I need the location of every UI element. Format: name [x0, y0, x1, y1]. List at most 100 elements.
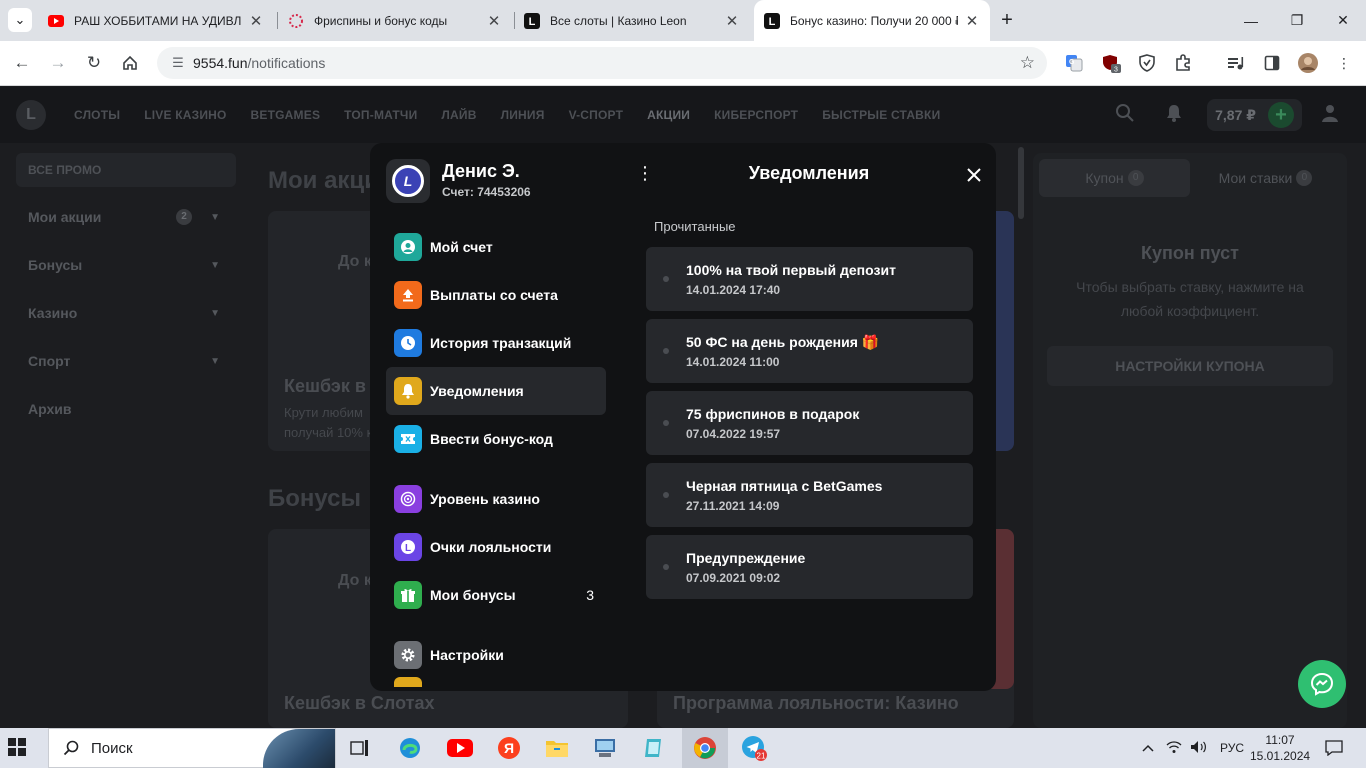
menu-item-label: Настройки [430, 647, 504, 663]
notification-item[interactable]: 75 фриспинов в подарок 07.04.2022 19:57 [646, 391, 973, 455]
menu-item-settings[interactable]: Настройки [386, 631, 606, 679]
bonus-count: 3 [586, 587, 594, 603]
left-menu-casino[interactable]: Казино ▼ [16, 289, 236, 337]
nav-item-esports[interactable]: КИБЕРСПОРТ [714, 108, 798, 122]
browser-tab-3[interactable]: L Все слоты | Казино Leon ✕ [514, 6, 750, 35]
tab-title: Бонус казино: Получи 20 000 ₽ [790, 13, 958, 28]
system-clock[interactable]: 11:07 15.01.2024 [1250, 732, 1310, 764]
left-menu-sport[interactable]: Спорт ▼ [16, 337, 236, 385]
windows-logo-icon [8, 738, 26, 756]
youtube-app-icon[interactable] [446, 734, 474, 762]
ublock-extension-icon[interactable]: 3 [1100, 52, 1122, 74]
nav-item-promotions[interactable]: АКЦИИ [647, 108, 690, 122]
search-label: Поиск [91, 739, 133, 757]
nav-item-v-sport[interactable]: V-СПОРТ [569, 108, 624, 122]
forward-button[interactable]: → [45, 50, 71, 76]
gear-icon [394, 641, 422, 669]
site-settings-icon[interactable]: ☰ [163, 55, 193, 71]
close-modal-button[interactable] [962, 163, 986, 187]
menu-item-withdrawals[interactable]: Выплаты со счета [386, 271, 606, 319]
minimize-button[interactable]: — [1228, 0, 1274, 41]
left-menu-my-promos[interactable]: Мои акции 2 ▼ [16, 193, 236, 241]
network-app-icon[interactable] [591, 734, 619, 762]
wifi-icon[interactable] [1166, 740, 1184, 757]
address-bar[interactable]: ☰ 9554.fun/notifications ☆ [157, 47, 1047, 79]
notification-item[interactable]: Предупреждение 07.09.2021 09:02 [646, 535, 973, 599]
browser-tab-4-active[interactable]: L Бонус казино: Получи 20 000 ₽ ✕ [754, 0, 990, 41]
close-tab-icon[interactable]: ✕ [486, 12, 502, 30]
user-icon[interactable] [1320, 103, 1344, 128]
close-tab-icon[interactable]: ✕ [248, 12, 264, 30]
close-tab-icon[interactable]: ✕ [724, 12, 740, 30]
volume-icon[interactable] [1190, 740, 1210, 757]
side-panel-icon[interactable] [1261, 52, 1283, 74]
nav-item-line[interactable]: ЛИНИЯ [501, 108, 545, 122]
nav-item-quick-bets[interactable]: БЫСТРЫЕ СТАВКИ [822, 108, 940, 122]
browser-tab-1[interactable]: РАШ ХОББИТАМИ НА УДИВЛЕ ✕ [38, 6, 274, 35]
notification-date: 07.09.2021 09:02 [686, 571, 781, 585]
shield-extension-icon[interactable] [1136, 52, 1158, 74]
menu-item-label: Ввести бонус-код [430, 431, 553, 447]
restore-button[interactable]: ❐ [1274, 0, 1320, 41]
left-menu-bonuses[interactable]: Бонусы ▼ [16, 241, 236, 289]
google-translate-extension-icon[interactable]: G [1063, 52, 1085, 74]
tab-coupon[interactable]: Купон 0 [1039, 159, 1190, 197]
notification-center-icon[interactable] [1320, 734, 1348, 762]
menu-item-notifications[interactable]: Уведомления [386, 367, 606, 415]
nav-item-slots[interactable]: СЛОТЫ [74, 108, 120, 122]
new-tab-button[interactable]: + [996, 9, 1018, 31]
balance-widget[interactable]: 7,87 ₽ + [1207, 99, 1302, 131]
all-promo-button[interactable]: ВСЕ ПРОМО [16, 153, 236, 187]
yandex-browser-icon[interactable]: Я [495, 734, 523, 762]
chrome-menu-button[interactable]: ⋮ [1333, 52, 1355, 74]
file-explorer-icon[interactable] [543, 734, 571, 762]
coupon-tabs: Купон 0 Мои ставки 0 [1039, 159, 1341, 197]
bonus-card-title: Программа лояльности: Казино [673, 693, 959, 713]
close-tab-icon[interactable]: ✕ [964, 12, 980, 30]
svg-text:G: G [1069, 59, 1075, 66]
reload-button[interactable]: ↻ [81, 50, 107, 76]
notification-item[interactable]: Черная пятница с BetGames 27.11.2021 14:… [646, 463, 973, 527]
profile-avatar[interactable] [1297, 52, 1319, 74]
telegram-icon[interactable]: 21 [740, 734, 768, 762]
chevron-down-icon: ▼ [210, 259, 220, 271]
support-chat-button[interactable] [1298, 660, 1346, 708]
chevron-up-icon[interactable] [1142, 741, 1158, 755]
tab-search-button[interactable]: ⌄ [8, 8, 32, 32]
notes-app-icon[interactable] [640, 734, 668, 762]
nav-item-live-casino[interactable]: LIVE КАЗИНО [144, 108, 226, 122]
site-logo[interactable]: L [16, 100, 46, 130]
start-button[interactable] [8, 738, 28, 758]
back-button[interactable]: ← [9, 50, 35, 76]
notification-item[interactable]: 100% на твой первый депозит 14.01.2024 1… [646, 247, 973, 311]
extensions-puzzle-icon[interactable] [1172, 52, 1194, 74]
home-button[interactable] [117, 50, 143, 76]
menu-item-transaction-history[interactable]: История транзакций [386, 319, 606, 367]
task-view-icon[interactable] [346, 734, 374, 762]
close-window-button[interactable]: ✕ [1320, 0, 1366, 41]
page-scrollbar[interactable] [1018, 147, 1024, 219]
left-menu-archive[interactable]: Архив [16, 385, 236, 433]
bell-icon[interactable] [1165, 103, 1185, 128]
coupon-settings-button[interactable]: НАСТРОЙКИ КУПОНА [1047, 346, 1333, 386]
deposit-plus-button[interactable]: + [1268, 102, 1294, 128]
browser-tab-2[interactable]: Фриспины и бонус коды ✕ [278, 6, 512, 35]
svg-text:L: L [405, 543, 411, 554]
nav-item-betgames[interactable]: BETGAMES [251, 108, 321, 122]
bookmark-star-icon[interactable]: ☆ [1020, 53, 1035, 73]
menu-item-my-bonuses[interactable]: Мои бонусы 3 [386, 571, 606, 619]
media-controls-icon[interactable] [1225, 52, 1247, 74]
menu-item-casino-level[interactable]: Уровень казино [386, 475, 606, 523]
nav-item-live[interactable]: ЛАЙВ [441, 108, 476, 122]
taskbar-search-box[interactable]: Поиск [48, 728, 336, 768]
search-icon[interactable] [1115, 103, 1135, 128]
notification-item[interactable]: 50 ФС на день рождения 🎁 14.01.2024 11:0… [646, 319, 973, 383]
menu-item-loyalty-points[interactable]: L Очки лояльности [386, 523, 606, 571]
nav-item-top-matches[interactable]: ТОП-МАТЧИ [344, 108, 417, 122]
chrome-taskbar-icon[interactable] [682, 728, 728, 768]
menu-item-enter-bonus-code[interactable]: Ввести бонус-код [386, 415, 606, 463]
menu-item-my-account[interactable]: Мой счет [386, 223, 606, 271]
edge-browser-icon[interactable] [396, 734, 424, 762]
input-language[interactable]: РУС [1220, 741, 1244, 755]
tab-my-bets[interactable]: Мои ставки 0 [1190, 159, 1341, 197]
